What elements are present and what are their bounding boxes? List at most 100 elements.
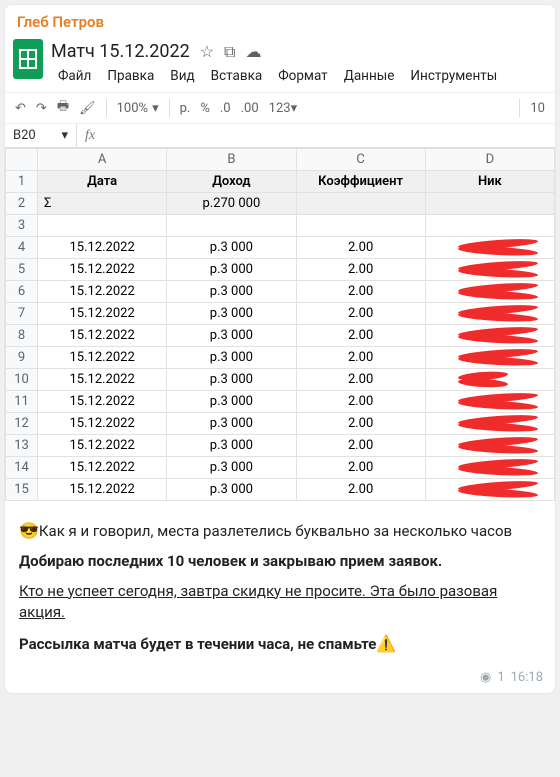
cell[interactable]: р.3 000 (167, 435, 296, 457)
cell[interactable] (425, 237, 554, 259)
cell[interactable]: р.3 000 (167, 303, 296, 325)
select-all-cell[interactable] (6, 149, 38, 171)
cell[interactable]: 15.12.2022 (38, 457, 167, 479)
cell[interactable]: 2.00 (296, 457, 425, 479)
zoom-select[interactable]: 100% ▾ (117, 101, 159, 116)
row-header[interactable]: 6 (6, 281, 38, 303)
cell[interactable]: р.3 000 (167, 347, 296, 369)
cell[interactable]: 2.00 (296, 413, 425, 435)
cell[interactable] (296, 215, 425, 237)
cell[interactable]: Ник (425, 171, 554, 193)
cell[interactable]: Доход (167, 171, 296, 193)
cell[interactable]: р.3 000 (167, 413, 296, 435)
col-header-a[interactable]: A (38, 149, 167, 171)
print-icon[interactable]: 🖶 (57, 97, 69, 119)
cell[interactable]: р.270 000 (167, 193, 296, 215)
cell[interactable] (167, 215, 296, 237)
col-header-c[interactable]: C (296, 149, 425, 171)
cell[interactable]: 15.12.2022 (38, 413, 167, 435)
cell[interactable]: р.3 000 (167, 391, 296, 413)
cell[interactable] (425, 457, 554, 479)
menu-file[interactable]: Файл (51, 66, 98, 86)
row-header[interactable]: 5 (6, 259, 38, 281)
cell[interactable] (425, 413, 554, 435)
row-header[interactable]: 12 (6, 413, 38, 435)
cell[interactable]: 15.12.2022 (38, 369, 167, 391)
cell[interactable] (425, 325, 554, 347)
cell[interactable]: Коэффициент (296, 171, 425, 193)
cell[interactable]: р.3 000 (167, 369, 296, 391)
cell[interactable]: 15.12.2022 (38, 303, 167, 325)
cell[interactable]: 2.00 (296, 281, 425, 303)
paint-format-icon[interactable]: 🖌 (79, 101, 96, 116)
cell[interactable] (425, 347, 554, 369)
cell[interactable] (38, 215, 167, 237)
cell[interactable]: 15.12.2022 (38, 347, 167, 369)
row-header[interactable]: 8 (6, 325, 38, 347)
row-header[interactable]: 2 (6, 193, 38, 215)
spreadsheet-grid[interactable]: A B C D 1ДатаДоходКоэффициентНик2Σр.270 … (5, 148, 555, 501)
cell[interactable]: р.3 000 (167, 259, 296, 281)
menu-edit[interactable]: Правка (100, 66, 161, 86)
more-formats-button[interactable]: 123▾ (269, 101, 297, 116)
cell[interactable]: 2.00 (296, 325, 425, 347)
cell[interactable] (296, 193, 425, 215)
percent-format-button[interactable]: % (200, 101, 210, 116)
row-header[interactable]: 7 (6, 303, 38, 325)
cell[interactable]: 15.12.2022 (38, 391, 167, 413)
menu-tools[interactable]: Инструменты (403, 66, 504, 86)
cell[interactable]: р.3 000 (167, 457, 296, 479)
menu-insert[interactable]: Вставка (204, 66, 270, 86)
cell[interactable]: 2.00 (296, 347, 425, 369)
formula-bar[interactable] (103, 124, 555, 147)
cell[interactable]: 15.12.2022 (38, 325, 167, 347)
row-header[interactable]: 1 (6, 171, 38, 193)
cell[interactable]: 15.12.2022 (38, 435, 167, 457)
currency-format-button[interactable]: р. (180, 101, 191, 116)
cell[interactable]: 2.00 (296, 369, 425, 391)
cell[interactable] (425, 479, 554, 501)
menu-format[interactable]: Формат (271, 66, 334, 86)
name-box[interactable]: B20▾ (5, 124, 77, 147)
cell[interactable] (425, 391, 554, 413)
redo-icon[interactable]: ↷ (36, 101, 47, 116)
cell[interactable]: 2.00 (296, 237, 425, 259)
cell[interactable]: р.3 000 (167, 479, 296, 501)
row-header[interactable]: 10 (6, 369, 38, 391)
cell[interactable]: 2.00 (296, 391, 425, 413)
row-header[interactable]: 11 (6, 391, 38, 413)
doc-title[interactable]: Матч 15.12.2022 (51, 41, 190, 62)
row-header[interactable]: 9 (6, 347, 38, 369)
font-size-input[interactable]: 10 (530, 101, 545, 116)
cell[interactable] (425, 303, 554, 325)
row-header[interactable]: 14 (6, 457, 38, 479)
decrease-decimal-button[interactable]: .0 (220, 101, 231, 116)
cell[interactable] (425, 215, 554, 237)
cell[interactable]: р.3 000 (167, 281, 296, 303)
menu-data[interactable]: Данные (337, 66, 402, 86)
cell[interactable]: Дата (38, 171, 167, 193)
cell[interactable]: 2.00 (296, 259, 425, 281)
move-folder-icon[interactable]: ⧉ (224, 42, 235, 62)
row-header[interactable]: 4 (6, 237, 38, 259)
star-icon[interactable]: ☆ (200, 42, 214, 61)
cell[interactable] (425, 281, 554, 303)
undo-icon[interactable]: ↶ (15, 101, 26, 116)
cell[interactable]: р.3 000 (167, 325, 296, 347)
increase-decimal-button[interactable]: .00 (241, 101, 259, 116)
cell[interactable]: 15.12.2022 (38, 479, 167, 501)
cell[interactable]: 15.12.2022 (38, 237, 167, 259)
menu-view[interactable]: Вид (163, 66, 201, 86)
row-header[interactable]: 13 (6, 435, 38, 457)
cell[interactable]: р.3 000 (167, 237, 296, 259)
col-header-b[interactable]: B (167, 149, 296, 171)
cell[interactable]: 2.00 (296, 435, 425, 457)
cell[interactable] (425, 193, 554, 215)
cell[interactable]: 15.12.2022 (38, 281, 167, 303)
cell[interactable]: 15.12.2022 (38, 259, 167, 281)
cell[interactable]: Σ (38, 193, 167, 215)
row-header[interactable]: 15 (6, 479, 38, 501)
cell[interactable] (425, 259, 554, 281)
cell[interactable]: 2.00 (296, 479, 425, 501)
cell[interactable] (425, 435, 554, 457)
